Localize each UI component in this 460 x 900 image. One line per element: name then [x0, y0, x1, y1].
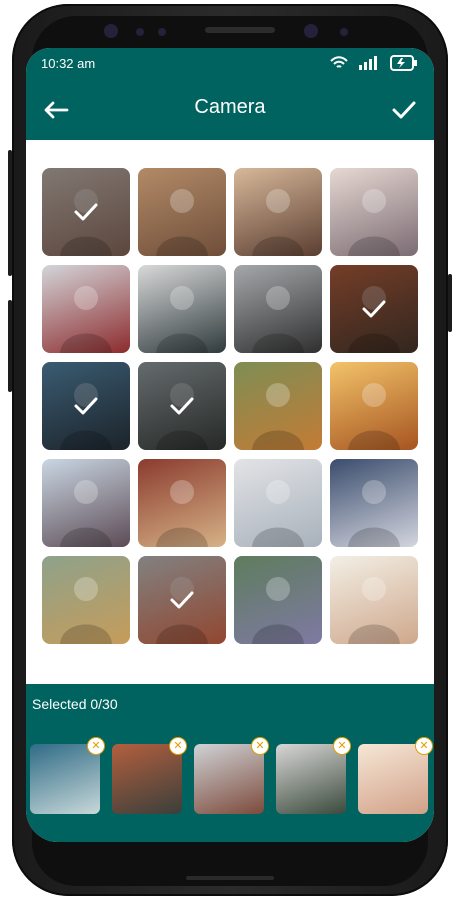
photo-thumbnail: [252, 286, 304, 353]
selected-thumb[interactable]: ✕: [276, 737, 351, 814]
photo-thumbnail: [348, 383, 400, 450]
status-time: 10:32 am: [41, 56, 96, 71]
front-camera-lens-icon: [304, 24, 318, 38]
photo-tile[interactable]: [330, 168, 418, 256]
photo-tile[interactable]: [330, 265, 418, 353]
photo-tile[interactable]: [42, 362, 130, 450]
close-icon[interactable]: ✕: [87, 737, 105, 755]
page-title: Camera: [194, 96, 266, 118]
status-bar: 10:32 am: [26, 48, 434, 78]
check-icon: [362, 300, 386, 318]
photo-tile[interactable]: [42, 556, 130, 644]
selected-panel: Selected 0/30 ✕ ✕ ✕ ✕ ✕: [26, 684, 434, 842]
side-button: [448, 274, 452, 332]
volume-button: [8, 150, 12, 276]
sensor-icon: [340, 28, 348, 36]
photo-thumbnail: [348, 480, 400, 547]
photo-thumbnail: [252, 189, 304, 256]
app-bar: 10:32 am Camera: [26, 48, 434, 140]
photo-thumbnail: [60, 480, 112, 547]
photo-thumbnail: [60, 577, 112, 644]
selected-thumb[interactable]: ✕: [112, 737, 187, 814]
selected-thumb[interactable]: ✕: [358, 737, 433, 814]
photo-tile[interactable]: [234, 459, 322, 547]
close-icon[interactable]: ✕: [415, 737, 433, 755]
selected-thumb[interactable]: ✕: [30, 737, 105, 814]
front-camera-icon: [104, 24, 118, 38]
done-button[interactable]: [386, 92, 422, 128]
close-icon[interactable]: ✕: [169, 737, 187, 755]
screen: 10:32 am Camera Selected 0/30 ✕ ✕ ✕ ✕ ✕: [26, 48, 434, 842]
sensor-icon: [158, 28, 166, 36]
photo-tile[interactable]: [138, 556, 226, 644]
photo-thumbnail: [60, 286, 112, 353]
power-button: [8, 300, 12, 392]
photo-tile[interactable]: [138, 362, 226, 450]
photo-tile[interactable]: [138, 265, 226, 353]
photo-tile[interactable]: [138, 459, 226, 547]
check-icon: [74, 397, 98, 415]
photo-tile[interactable]: [42, 168, 130, 256]
toolbar: Camera: [26, 82, 434, 138]
close-icon[interactable]: ✕: [333, 737, 351, 755]
photo-tile[interactable]: [42, 459, 130, 547]
sensor-icon: [136, 28, 144, 36]
photo-thumbnail: [348, 577, 400, 644]
signal-icon: [359, 56, 377, 70]
thumb-image: [194, 744, 264, 814]
photo-thumbnail: [348, 189, 400, 256]
selected-strip[interactable]: ✕ ✕ ✕ ✕ ✕: [30, 737, 433, 814]
check-icon: [170, 397, 194, 415]
photo-tile[interactable]: [234, 265, 322, 353]
selected-thumb[interactable]: ✕: [194, 737, 269, 814]
thumb-image: [112, 744, 182, 814]
status-icons: [330, 55, 418, 71]
photo-tile[interactable]: [234, 362, 322, 450]
wifi-icon: [330, 56, 348, 68]
photo-grid: [42, 168, 418, 644]
check-icon: [74, 203, 98, 221]
speaker-grille: [205, 27, 275, 33]
thumb-image: [276, 744, 346, 814]
photo-thumbnail: [156, 480, 208, 547]
battery-charging-icon: [390, 55, 417, 71]
photo-tile[interactable]: [330, 556, 418, 644]
close-icon[interactable]: ✕: [251, 737, 269, 755]
photo-thumbnail: [156, 286, 208, 353]
photo-tile[interactable]: [42, 265, 130, 353]
thumb-image: [358, 744, 428, 814]
photo-tile[interactable]: [330, 459, 418, 547]
thumb-image: [30, 744, 100, 814]
check-icon: [170, 591, 194, 609]
selected-count: Selected 0/30: [32, 696, 118, 712]
check-icon: [392, 101, 416, 119]
photo-tile[interactable]: [330, 362, 418, 450]
photo-tile[interactable]: [234, 556, 322, 644]
photo-thumbnail: [252, 480, 304, 547]
photo-tile[interactable]: [138, 168, 226, 256]
photo-thumbnail: [252, 383, 304, 450]
photo-thumbnail: [156, 189, 208, 256]
home-indicator: [186, 876, 274, 880]
photo-thumbnail: [252, 577, 304, 644]
photo-tile[interactable]: [234, 168, 322, 256]
